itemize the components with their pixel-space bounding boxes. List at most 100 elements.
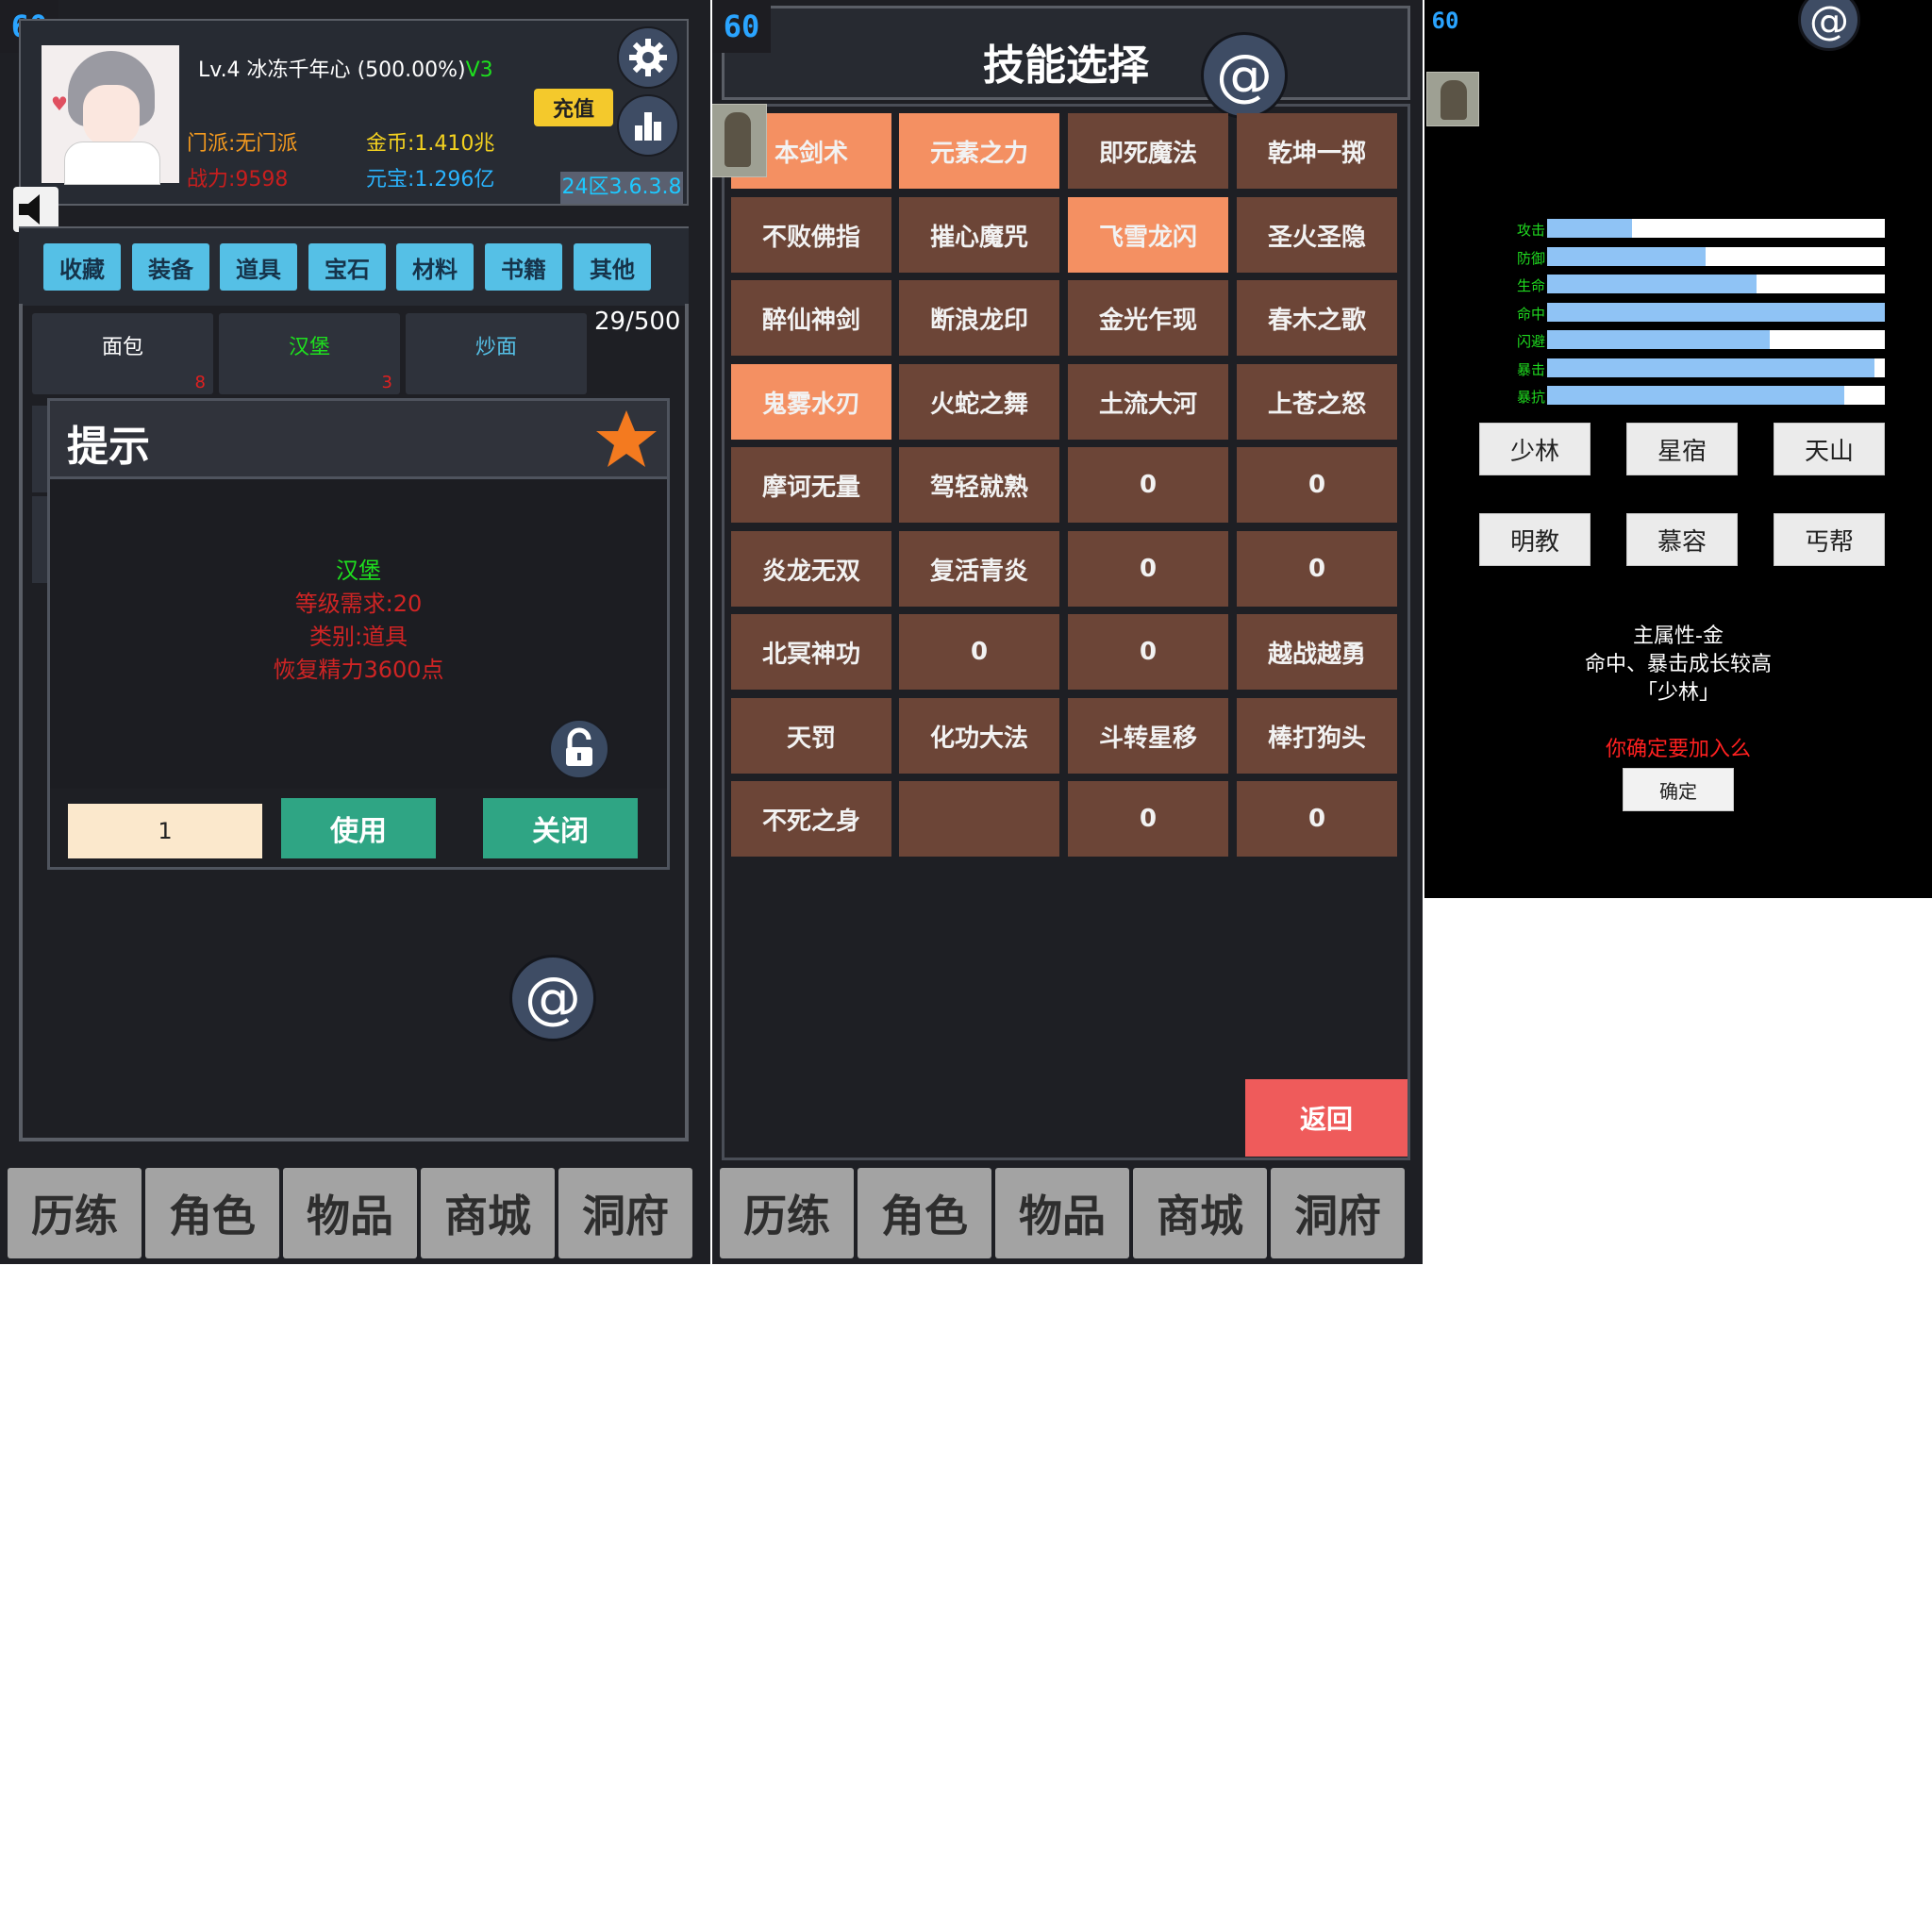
nav-items[interactable]: 物品 bbox=[283, 1168, 417, 1258]
skill-button[interactable]: 土流大河 bbox=[1068, 364, 1228, 440]
avatar[interactable]: ♥ bbox=[42, 45, 179, 185]
skill-button[interactable] bbox=[899, 781, 1059, 857]
item-name: 汉堡 bbox=[288, 336, 330, 359]
skill-button[interactable]: 摩诃无量 bbox=[731, 447, 891, 523]
skill-button[interactable]: 圣火圣隐 bbox=[1237, 197, 1397, 273]
skill-button[interactable]: 化功大法 bbox=[899, 698, 1059, 774]
inventory-item[interactable]: 面包 8 bbox=[32, 313, 213, 394]
skill-button[interactable]: 金光乍现 bbox=[1068, 280, 1228, 356]
inventory-item[interactable]: 汉堡 3 bbox=[219, 313, 400, 394]
skill-button[interactable]: 复活青炎 bbox=[899, 531, 1059, 607]
bottom-nav: 历练 角色 物品 商城 洞府 bbox=[8, 1168, 692, 1258]
skill-button[interactable]: 上苍之怒 bbox=[1237, 364, 1397, 440]
skill-button[interactable]: 炎龙无双 bbox=[731, 531, 891, 607]
skill-button[interactable]: 春木之歌 bbox=[1237, 280, 1397, 356]
item-count: 3 bbox=[381, 373, 392, 392]
skill-button[interactable]: 断浪龙印 bbox=[899, 280, 1059, 356]
skill-button[interactable]: 驾轻就熟 bbox=[899, 447, 1059, 523]
skill-button[interactable]: 醉仙神剑 bbox=[731, 280, 891, 356]
nav-training[interactable]: 历练 bbox=[8, 1168, 142, 1258]
nav-character[interactable]: 角色 bbox=[858, 1168, 991, 1258]
back-button[interactable]: 返回 bbox=[1245, 1079, 1407, 1157]
skill-button[interactable]: 0 bbox=[899, 614, 1059, 690]
sect-button-shaolin[interactable]: 少林 bbox=[1479, 423, 1591, 475]
nav-shop[interactable]: 商城 bbox=[421, 1168, 555, 1258]
stat-bar bbox=[1547, 275, 1885, 293]
skill-button[interactable]: 天罚 bbox=[731, 698, 891, 774]
nav-items[interactable]: 物品 bbox=[995, 1168, 1129, 1258]
tab-favorites[interactable]: 收藏 bbox=[43, 243, 121, 291]
skill-button[interactable]: 0 bbox=[1068, 781, 1228, 857]
quantity-input[interactable]: 1 bbox=[68, 804, 262, 858]
skill-button[interactable]: 棒打狗头 bbox=[1237, 698, 1397, 774]
lock-button[interactable] bbox=[549, 719, 609, 779]
stat-bar bbox=[1547, 219, 1885, 238]
skill-button[interactable]: 乾坤一掷 bbox=[1237, 113, 1397, 189]
nav-shop[interactable]: 商城 bbox=[1133, 1168, 1267, 1258]
skill-button[interactable]: 火蛇之舞 bbox=[899, 364, 1059, 440]
sect-button-murong[interactable]: 慕容 bbox=[1626, 513, 1738, 566]
tab-materials[interactable]: 材料 bbox=[396, 243, 474, 291]
sect-button-gaibang[interactable]: 丐帮 bbox=[1774, 513, 1885, 566]
skill-button[interactable]: 北冥神功 bbox=[731, 614, 891, 690]
fps-counter: 60 bbox=[712, 0, 771, 53]
skill-button[interactable]: 0 bbox=[1068, 614, 1228, 690]
stat-label: 命中 bbox=[1516, 306, 1545, 323]
tab-books[interactable]: 书籍 bbox=[485, 243, 562, 291]
skill-button[interactable]: 不败佛指 bbox=[731, 197, 891, 273]
fps-counter: 60 bbox=[1424, 0, 1466, 42]
stat-label: 攻击 bbox=[1516, 222, 1545, 239]
nav-cave[interactable]: 洞府 bbox=[1271, 1168, 1405, 1258]
skill-button[interactable]: 摧心魔咒 bbox=[899, 197, 1059, 273]
mail-button[interactable]: @ bbox=[509, 955, 596, 1041]
skill-button[interactable]: 元素之力 bbox=[899, 113, 1059, 189]
tab-gems[interactable]: 宝石 bbox=[308, 243, 386, 291]
tab-props[interactable]: 道具 bbox=[220, 243, 297, 291]
skill-button[interactable]: 斗转星移 bbox=[1068, 698, 1228, 774]
skill-button[interactable]: 0 bbox=[1237, 531, 1397, 607]
at-icon: @ bbox=[1809, 0, 1849, 43]
dialog-header: 提示 bbox=[50, 401, 667, 479]
confirm-button[interactable]: 确定 bbox=[1623, 768, 1734, 811]
recharge-button[interactable]: 充值 bbox=[534, 89, 613, 126]
mail-button[interactable]: @ bbox=[1201, 32, 1288, 119]
inventory-item[interactable]: 炒面 bbox=[406, 313, 587, 394]
player-ingot: 元宝:1.296亿 bbox=[366, 168, 495, 192]
stat-label: 暴抗 bbox=[1516, 389, 1545, 406]
skill-button[interactable]: 0 bbox=[1237, 781, 1397, 857]
speaker-icon bbox=[19, 194, 40, 225]
category-tabs: 收藏 装备 道具 宝石 材料 书籍 其他 bbox=[19, 226, 689, 306]
use-button[interactable]: 使用 bbox=[281, 798, 436, 858]
close-button[interactable]: 关闭 bbox=[483, 798, 638, 858]
mail-button[interactable]: @ bbox=[1798, 0, 1860, 51]
tab-equipment[interactable]: 装备 bbox=[132, 243, 209, 291]
skill-button[interactable]: 即死魔法 bbox=[1068, 113, 1228, 189]
sect-button-tianshan[interactable]: 天山 bbox=[1774, 423, 1885, 475]
tab-other[interactable]: 其他 bbox=[574, 243, 651, 291]
growth-description: 命中、暴击成长较高 bbox=[1584, 653, 1772, 676]
sound-toggle-button[interactable] bbox=[13, 187, 58, 232]
nav-training[interactable]: 历练 bbox=[720, 1168, 854, 1258]
unlock-icon bbox=[566, 727, 592, 766]
sect-button-mingjiao[interactable]: 明教 bbox=[1479, 513, 1591, 566]
skill-button[interactable]: 越战越勇 bbox=[1237, 614, 1397, 690]
character-thumbnail[interactable] bbox=[712, 104, 767, 177]
server-version: 24区3.6.3.8 bbox=[560, 172, 683, 204]
settings-button[interactable] bbox=[617, 26, 679, 89]
ranking-button[interactable] bbox=[617, 94, 679, 157]
stat-bar-fill bbox=[1547, 219, 1632, 238]
skill-button[interactable]: 0 bbox=[1068, 447, 1228, 523]
stat-label: 防御 bbox=[1516, 250, 1545, 267]
skill-button[interactable]: 飞雪龙闪 bbox=[1068, 197, 1228, 273]
star-icon[interactable] bbox=[593, 407, 659, 473]
character-thumbnail[interactable] bbox=[1426, 72, 1479, 126]
inventory-counter: 29/500 bbox=[594, 308, 681, 336]
nav-character[interactable]: 角色 bbox=[145, 1168, 279, 1258]
skill-button[interactable]: 鬼雾水刃 bbox=[731, 364, 891, 440]
sect-button-xingxiu[interactable]: 星宿 bbox=[1626, 423, 1738, 475]
bottom-nav: 历练 角色 物品 商城 洞府 bbox=[720, 1168, 1405, 1258]
skill-button[interactable]: 0 bbox=[1237, 447, 1397, 523]
nav-cave[interactable]: 洞府 bbox=[558, 1168, 692, 1258]
skill-button[interactable]: 不死之身 bbox=[731, 781, 891, 857]
skill-button[interactable]: 0 bbox=[1068, 531, 1228, 607]
